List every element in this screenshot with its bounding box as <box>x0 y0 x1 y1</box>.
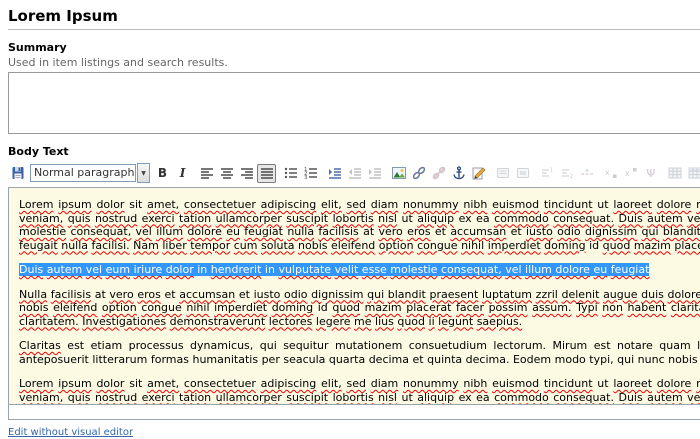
save-button[interactable] <box>8 164 27 183</box>
svg-text:3: 3 <box>304 175 308 181</box>
svg-text:x: x <box>625 169 630 178</box>
summary-description: Used in item listings and search results… <box>8 56 700 69</box>
summary-textarea[interactable] <box>8 72 700 134</box>
superscript-button[interactable]: x <box>621 164 640 183</box>
bold-button[interactable]: B <box>153 164 172 183</box>
editor-paragraph-selected: Duis autem vel eum iriure dolor in hendr… <box>19 263 700 277</box>
unlink-button[interactable] <box>429 164 448 183</box>
italic-button[interactable]: I <box>173 164 192 183</box>
image-button[interactable] <box>389 164 408 183</box>
body-text-label: Body Text <box>8 145 700 158</box>
align-justify-button[interactable] <box>257 164 276 183</box>
editor-toolbar: Normal paragraph BI12312xxΨHTMLInsert/Ed… <box>8 161 700 185</box>
editor-statusbar <box>8 405 700 420</box>
page-title: Lorem Ipsum <box>8 4 700 30</box>
toolbar-save-slot <box>8 164 28 183</box>
media-button[interactable] <box>513 164 532 183</box>
editor-paragraph: Claritas est etiam processus dynamicus, … <box>19 339 700 366</box>
svg-text:1: 1 <box>549 167 553 174</box>
summary-label: Summary <box>8 41 700 54</box>
align-right-button[interactable] <box>237 164 256 183</box>
paragraph-format-value: Normal paragraph <box>30 164 136 182</box>
align-center-button[interactable] <box>217 164 236 183</box>
styleprops-button[interactable] <box>493 164 512 183</box>
link-button[interactable] <box>409 164 428 183</box>
editor-paragraph: Lorem ipsum dolor sit amet, consectetuer… <box>19 198 700 252</box>
outdent-button[interactable] <box>345 164 364 183</box>
table-props-button[interactable] <box>685 164 700 183</box>
del-button[interactable]: 1 <box>537 164 556 183</box>
edit-without-visual-editor-link[interactable]: Edit without visual editor <box>8 427 133 438</box>
blockquote-button[interactable] <box>325 164 344 183</box>
edit-source-button[interactable] <box>469 164 488 183</box>
paragraph-format-select[interactable]: Normal paragraph <box>30 163 150 183</box>
table-button[interactable] <box>665 164 684 183</box>
align-left-button[interactable] <box>197 164 216 183</box>
svg-text:x: x <box>605 168 610 177</box>
chevron-down-icon[interactable] <box>137 163 150 183</box>
svg-text:Ψ: Ψ <box>646 167 655 180</box>
svg-text:2: 2 <box>569 173 573 180</box>
selected-text: Duis autem vel eum iriure dolor in hendr… <box>19 263 649 276</box>
pagebreak-button[interactable] <box>577 164 596 183</box>
indent-button[interactable] <box>365 164 384 183</box>
numbered-list-button[interactable]: 123 <box>301 164 320 183</box>
bullet-list-button[interactable] <box>281 164 300 183</box>
editor-content[interactable]: Lorem ipsum dolor sit amet, consectetuer… <box>19 198 700 405</box>
ins-button[interactable]: 2 <box>557 164 576 183</box>
toolbar-buttons: BI12312xxΨHTMLInsert/Edit Embedly link <box>153 164 700 183</box>
node-edit-form: Lorem Ipsum Summary Used in item listing… <box>0 0 700 439</box>
editor-paragraph: Nulla facilisis at vero eros et accumsan… <box>19 288 700 329</box>
editor-paragraph: Lorem ipsum dolor sit amet, consectetuer… <box>19 377 700 405</box>
editor-body[interactable]: Lorem ipsum dolor sit amet, consectetuer… <box>8 187 700 405</box>
anchor-button[interactable] <box>449 164 468 183</box>
subscript-button[interactable]: x <box>601 164 620 183</box>
visualchars-button[interactable]: Ψ <box>641 164 660 183</box>
